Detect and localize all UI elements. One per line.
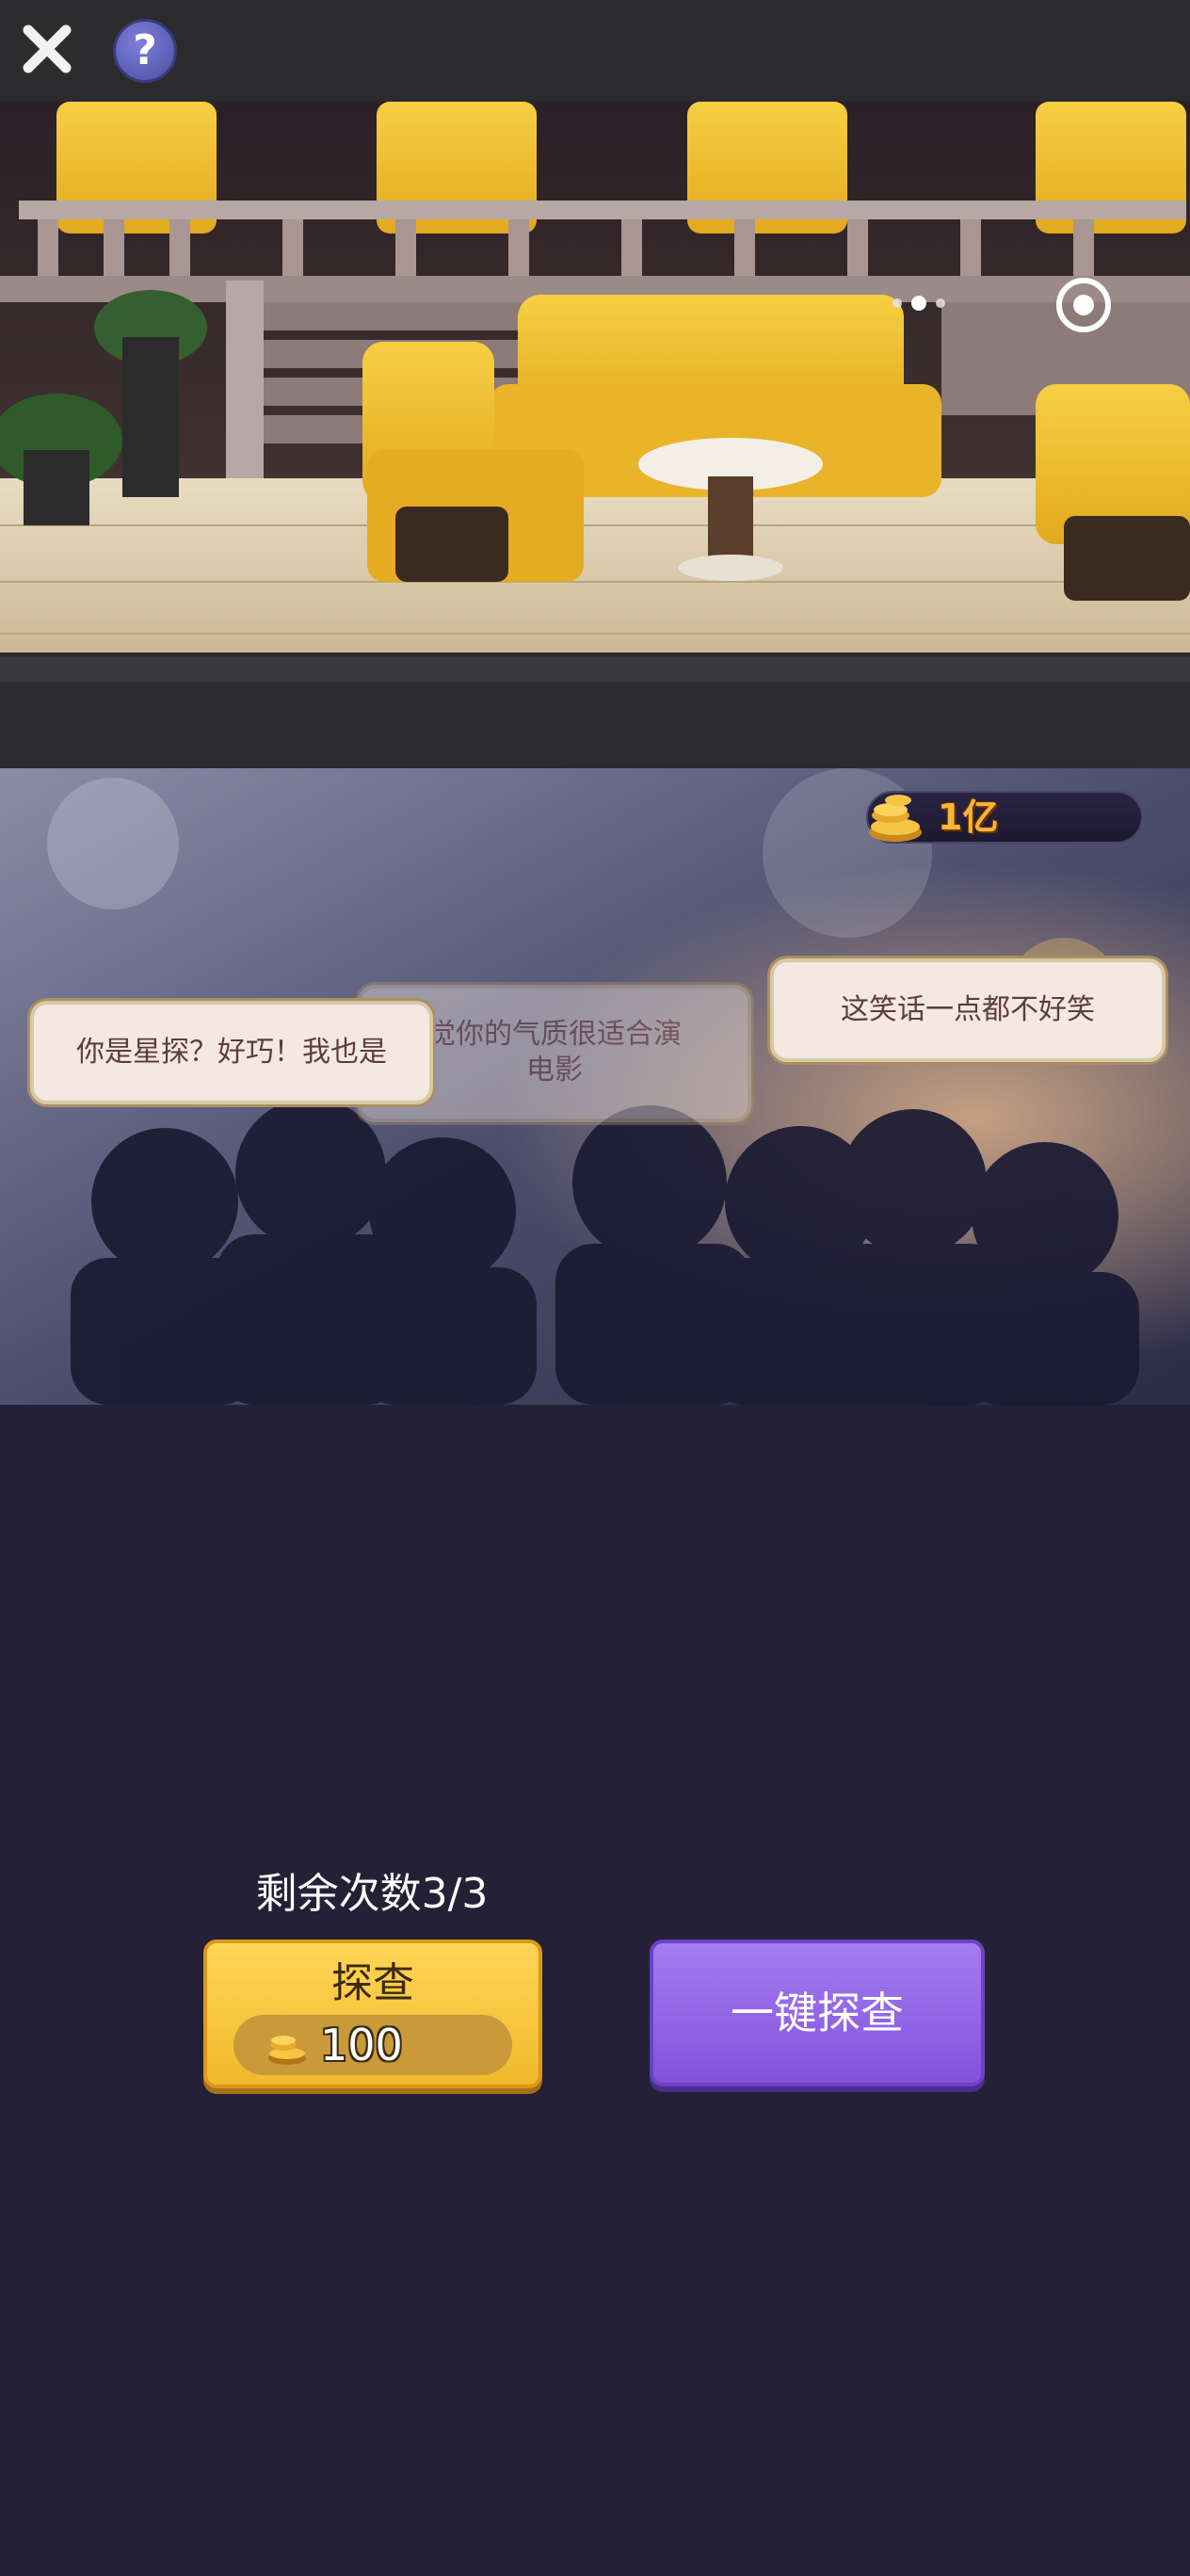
target-icon: [1056, 278, 1111, 332]
gold-coin-icon: [869, 795, 922, 842]
game-screen: ? 1亿 觉你的气质很适合演 电影 你是星探？好巧！我也是 这笑话一点都不好笑 …: [0, 0, 1190, 2576]
carousel-dot[interactable]: [892, 298, 902, 308]
carousel-dot[interactable]: [936, 298, 945, 308]
remaining-attempts: 剩余次数3/3: [255, 1870, 489, 1918]
one-key-probe-label: 一键探查: [731, 1988, 904, 2038]
speech-bubble: 这笑话一点都不好笑: [770, 958, 1166, 1062]
currency-value: 1亿: [938, 797, 999, 838]
bubble-text: 这笑话一点都不好笑: [841, 993, 1095, 1026]
carousel-indicator[interactable]: [892, 296, 945, 311]
currency-icon-wrap: [862, 783, 928, 849]
lobby-scene: [0, 102, 1190, 657]
carousel-dot-active[interactable]: [911, 296, 926, 311]
cost-value: 100: [320, 2020, 403, 2070]
close-icon: [20, 22, 74, 76]
cost-pill: 100: [233, 2015, 512, 2075]
cost-icon-wrap: [264, 2022, 311, 2069]
top-bar: ?: [0, 0, 1190, 102]
speech-bubble: 你是星探？好巧！我也是: [30, 1001, 433, 1104]
close-button[interactable]: [17, 19, 77, 79]
one-key-probe-button[interactable]: 一键探查: [650, 1940, 985, 2086]
bubble-text: 你是星探？好巧！我也是: [76, 1036, 387, 1069]
probe-button[interactable]: 探查 100: [203, 1940, 542, 2088]
help-icon: ?: [133, 26, 157, 74]
gold-coin-icon: [268, 2036, 306, 2065]
locate-button[interactable]: [1053, 274, 1115, 336]
scene-divider: [0, 657, 1190, 768]
help-button[interactable]: ?: [113, 19, 177, 83]
probe-label: 探查: [331, 1959, 414, 2007]
